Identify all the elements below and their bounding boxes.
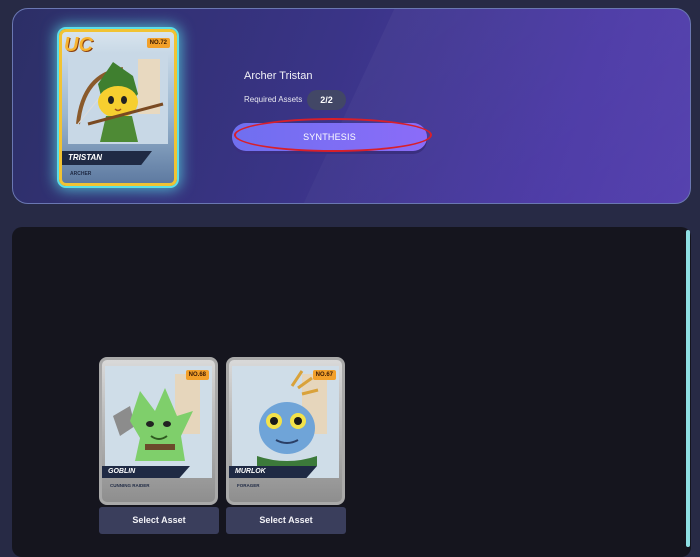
card-number-badge: NO.72: [146, 38, 170, 48]
target-hero-card: UC NO.72 TRISTAN ARCHER: [59, 29, 177, 186]
asset-card-goblin[interactable]: NO.68 GOBLIN CUNNING RAIDER: [99, 357, 218, 505]
synthesis-button[interactable]: SYNTHESIS: [232, 123, 427, 151]
card-number-badge: NO.68: [185, 370, 209, 380]
required-assets-label: Required Assets: [244, 95, 303, 104]
murlok-illustration: [232, 366, 339, 478]
card-number-badge: NO.67: [312, 370, 336, 380]
hero-nameplate: TRISTAN: [62, 151, 152, 165]
goblin-illustration: [105, 366, 212, 478]
asset-card-murlok[interactable]: NO.67 MURLOK FORAGER: [226, 357, 345, 505]
synthesis-target-panel: UC NO.72 TRISTAN ARCHER Archer Tristan R…: [12, 8, 691, 204]
select-asset-button-goblin[interactable]: Select Asset: [99, 507, 219, 534]
asset-class-label: CUNNING RAIDER: [110, 483, 150, 488]
target-asset-name: Archer Tristan: [244, 70, 313, 82]
asset-nameplate: GOBLIN: [102, 466, 190, 478]
scrollbar[interactable]: [686, 230, 690, 547]
asset-class-label: FORAGER: [237, 483, 260, 488]
asset-nameplate: MURLOK: [229, 466, 317, 478]
hero-class-label: ARCHER: [70, 171, 92, 177]
required-assets-count: 2/2: [307, 90, 346, 110]
select-asset-button-murlok[interactable]: Select Asset: [226, 507, 346, 534]
archer-hero-illustration: [68, 54, 168, 144]
